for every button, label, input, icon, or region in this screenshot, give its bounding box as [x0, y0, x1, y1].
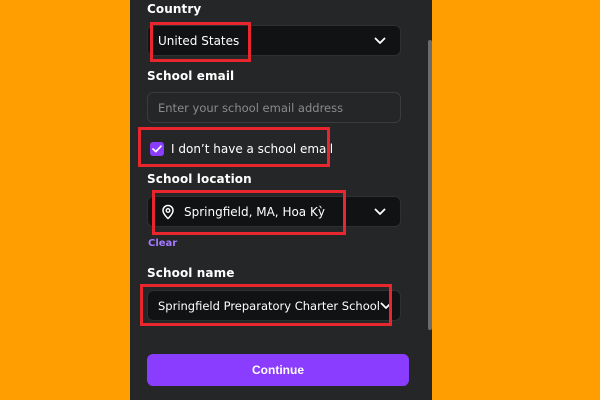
continue-button[interactable]: Continue	[147, 354, 409, 386]
no-school-email-label: I don’t have a school email	[171, 142, 334, 156]
school-location-label: School location	[147, 172, 252, 186]
no-school-email-option[interactable]: I don’t have a school email	[150, 140, 333, 158]
chevron-down-icon	[374, 37, 386, 44]
school-email-label: School email	[147, 69, 235, 83]
chevron-down-icon	[380, 302, 392, 309]
country-label: Country	[147, 2, 202, 16]
form-panel: Country United States School email Enter…	[130, 0, 432, 400]
school-name-value: Springfield Preparatory Charter School	[158, 298, 380, 313]
country-value: United States	[158, 33, 240, 48]
school-location-select[interactable]: Springfield, MA, Hoa Kỳ	[147, 196, 401, 227]
check-icon	[152, 145, 162, 153]
clear-location-link[interactable]: Clear	[148, 238, 177, 249]
country-select[interactable]: United States	[147, 25, 401, 56]
school-name-label: School name	[147, 266, 235, 280]
school-location-value: Springfield, MA, Hoa Kỳ	[184, 204, 325, 219]
school-name-select[interactable]: Springfield Preparatory Charter School	[147, 290, 401, 321]
scrollbar[interactable]	[428, 40, 432, 330]
school-email-placeholder: Enter your school email address	[158, 100, 344, 115]
chevron-down-icon	[374, 208, 386, 215]
school-email-field[interactable]: Enter your school email address	[147, 92, 401, 123]
no-school-email-checkbox[interactable]	[150, 142, 164, 156]
location-pin-icon	[162, 204, 174, 219]
